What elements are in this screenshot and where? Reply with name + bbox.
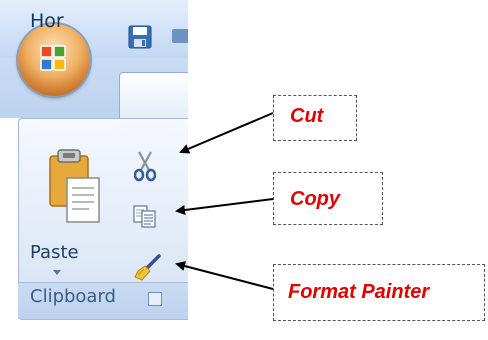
callout-arrows: [175, 112, 274, 290]
format-painter-pointer-arrow: [175, 261, 274, 290]
copy-pointer-arrow: [175, 198, 274, 215]
cut-pointer-arrow: [179, 112, 274, 154]
